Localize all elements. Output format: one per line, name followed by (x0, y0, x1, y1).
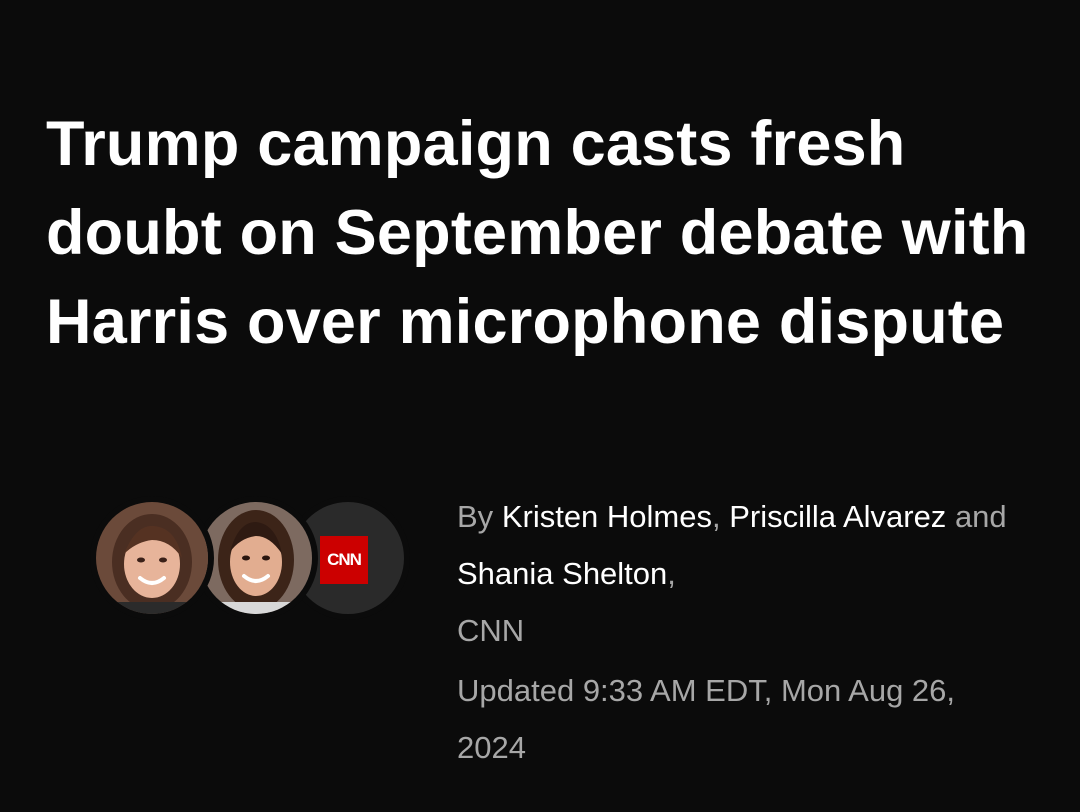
author-photo-icon (200, 502, 312, 614)
article-headline: Trump campaign casts fresh doubt on Sept… (46, 109, 1029, 357)
byline-prefix: By (457, 499, 494, 534)
cnn-logo: CNN (320, 536, 368, 584)
author-link-priscilla-alvarez[interactable]: Priscilla Alvarez (729, 499, 946, 534)
author-avatars: CNN (90, 496, 420, 626)
updated-timestamp: Updated 9:33 AM EDT, Mon Aug 26, 2024 (457, 673, 956, 765)
byline-separator: , (712, 499, 721, 534)
author-link-kristen-holmes[interactable]: Kristen Holmes (502, 499, 712, 534)
avatar-kristen-holmes[interactable] (90, 496, 214, 620)
byline-authors: By Kristen Holmes, Priscilla Alvarez and… (457, 488, 1017, 659)
byline-section: CNN By Kristen Holmes, Priscilla Alvarez… (0, 488, 1080, 788)
author-photo-icon (96, 502, 208, 614)
byline-separator: , (667, 556, 676, 591)
author-link-shania-shelton[interactable]: Shania Shelton (457, 556, 667, 591)
byline-conjunction: and (954, 499, 1007, 534)
byline-outlet: CNN (457, 613, 525, 648)
